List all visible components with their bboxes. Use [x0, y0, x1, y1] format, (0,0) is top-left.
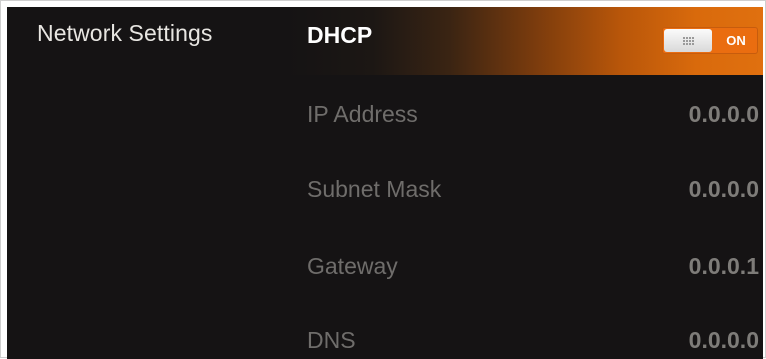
dhcp-label: DHCP	[307, 22, 373, 48]
screen-frame: Network Settings DHCP ON IP Address 0.0.…	[0, 0, 766, 359]
toggle-knob[interactable]	[664, 29, 712, 52]
field-row-subnet-mask: Subnet Mask 0.0.0.0	[287, 168, 763, 208]
sidebar-item-network-settings[interactable]: Network Settings	[37, 20, 212, 47]
ip-address-label: IP Address	[307, 101, 418, 127]
sidebar: Network Settings	[7, 7, 287, 359]
subnet-mask-label: Subnet Mask	[307, 176, 442, 202]
dns-value: 0.0.0.0	[688, 327, 759, 353]
ip-address-value: 0.0.0.0	[688, 101, 759, 127]
dhcp-toggle[interactable]: ON	[662, 27, 758, 54]
toggle-state-label: ON	[726, 33, 746, 48]
field-row-gateway: Gateway 0.0.0.1	[287, 245, 763, 285]
field-row-ip-address: IP Address 0.0.0.0	[287, 93, 763, 133]
gateway-label: Gateway	[307, 253, 398, 279]
settings-panel: Network Settings DHCP ON IP Address 0.0.…	[7, 7, 763, 359]
field-row-dns: DNS 0.0.0.0	[287, 319, 763, 359]
subnet-mask-value: 0.0.0.0	[688, 176, 759, 202]
dhcp-row: DHCP ON	[287, 7, 763, 75]
grip-dots-icon	[682, 36, 694, 45]
settings-list: DHCP ON IP Address 0.0.0.0 Subnet Mask 0…	[287, 7, 763, 359]
dns-label: DNS	[307, 327, 356, 353]
gateway-value: 0.0.0.1	[688, 253, 759, 279]
